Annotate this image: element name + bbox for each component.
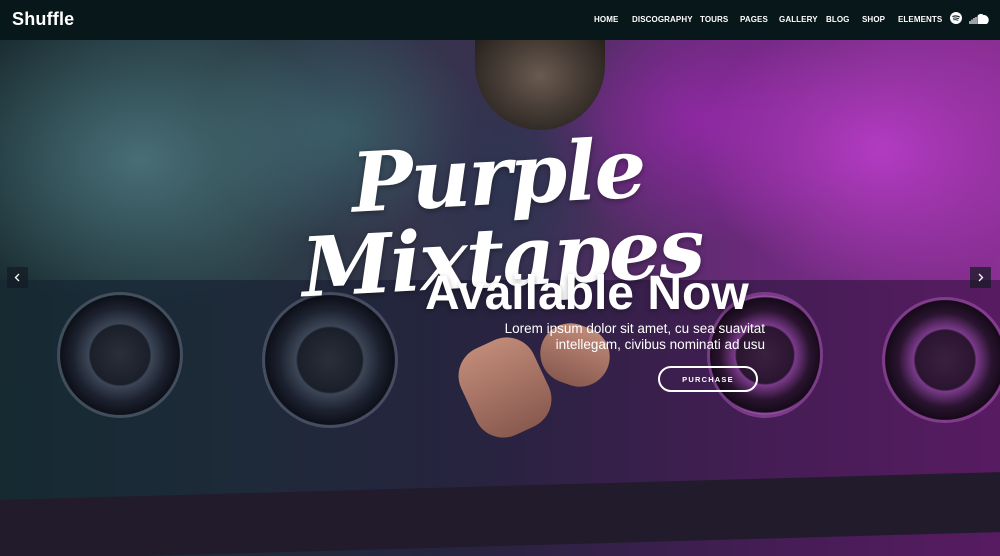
nav-pages[interactable]: PAGES bbox=[740, 15, 768, 24]
hero-subtext-line: intellegam, civibus nominati ad usu bbox=[555, 337, 765, 352]
slider-next-button[interactable] bbox=[970, 267, 991, 288]
hero-banner: Purple Mixtapes Available Now Lorem ipsu… bbox=[0, 40, 1000, 556]
nav-tours[interactable]: TOURS bbox=[700, 15, 728, 24]
turntable-platter bbox=[885, 300, 1000, 420]
purchase-button[interactable]: PURCHASE bbox=[658, 366, 758, 392]
chevron-right-icon bbox=[978, 273, 984, 282]
nav-blog[interactable]: BLOG bbox=[826, 15, 850, 24]
turntable-platter bbox=[60, 295, 180, 415]
slider-prev-button[interactable] bbox=[7, 267, 28, 288]
nav-elements[interactable]: ELEMENTS bbox=[898, 15, 942, 24]
nav-home[interactable]: HOME bbox=[594, 15, 618, 24]
hero-headline: Available Now bbox=[425, 267, 749, 320]
nav-shop[interactable]: SHOP bbox=[862, 15, 885, 24]
site-logo[interactable]: Shuffle bbox=[12, 9, 74, 30]
hero-subtext-line: Lorem ipsum dolor sit amet, cu sea suavi… bbox=[504, 321, 765, 336]
spotify-icon[interactable] bbox=[950, 12, 962, 24]
hero-subtext: Lorem ipsum dolor sit amet, cu sea suavi… bbox=[480, 321, 765, 353]
soundcloud-icon[interactable] bbox=[969, 13, 989, 24]
site-header: Shuffle HOME DISCOGRAPHY TOURS PAGES GAL… bbox=[0, 0, 1000, 40]
nav-discography[interactable]: DISCOGRAPHY bbox=[632, 15, 693, 24]
chevron-left-icon bbox=[14, 273, 20, 282]
nav-gallery[interactable]: GALLERY bbox=[779, 15, 818, 24]
